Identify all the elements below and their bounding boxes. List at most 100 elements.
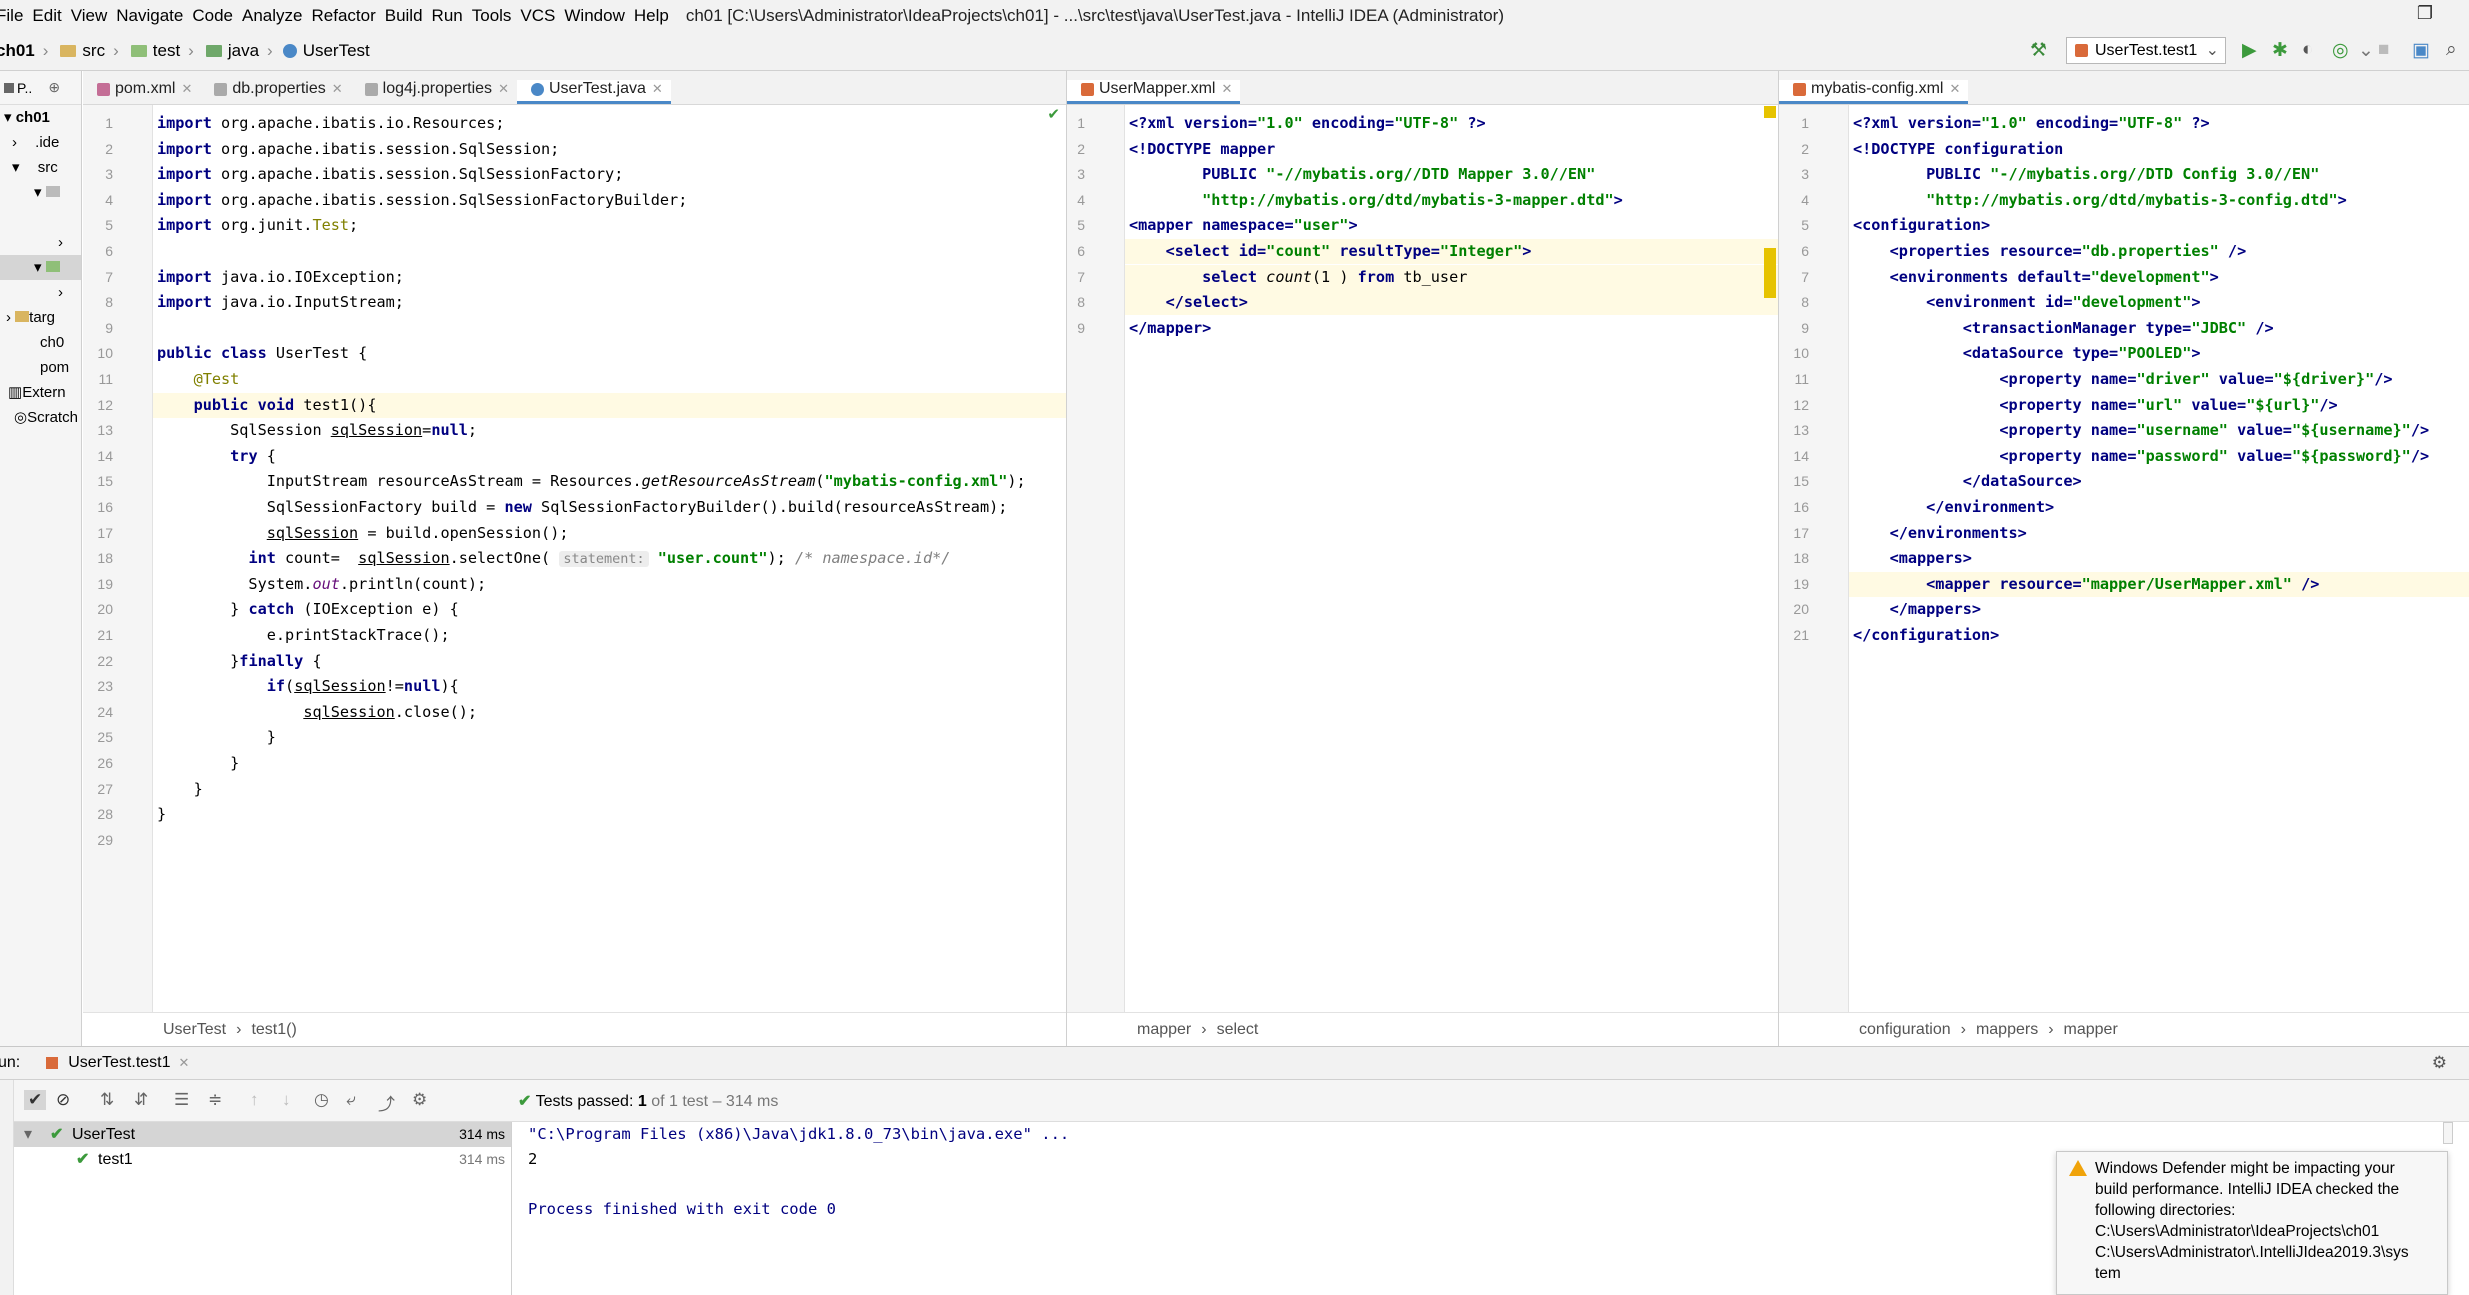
close-icon[interactable]: ✕ xyxy=(179,1055,190,1071)
run-configuration-select[interactable]: UserTest.test1 ⌄ xyxy=(2066,37,2226,64)
tree-item-collapsed[interactable]: › xyxy=(0,230,81,255)
build-hammer-icon[interactable]: ⚒ xyxy=(2030,39,2047,62)
code-line[interactable]: import org.apache.ibatis.session.SqlSess… xyxy=(153,188,1066,213)
code-line[interactable]: sqlSession.close(); xyxy=(153,700,1066,725)
code-line[interactable]: <mapper resource="mapper/UserMapper.xml"… xyxy=(1849,571,2469,597)
code-line[interactable]: <properties resource="db.properties" /> xyxy=(1849,239,2469,264)
code-line[interactable]: </environments> xyxy=(1849,521,2469,546)
code-line[interactable]: int count= sqlSession.selectOne( stateme… xyxy=(153,546,1066,571)
code-line[interactable]: <property name="password" value="${passw… xyxy=(1849,444,2469,469)
close-icon[interactable]: ✕ xyxy=(498,81,509,97)
code-line[interactable]: @Test xyxy=(153,367,1066,392)
tab-pom-xml[interactable]: pom.xml ✕ xyxy=(83,80,200,104)
sort-duration-icon[interactable]: ⇵ xyxy=(134,1090,148,1110)
breadcrumb-mappers[interactable]: mappers xyxy=(1976,1021,2038,1039)
restore-window-icon[interactable]: ❐ xyxy=(2417,3,2433,24)
next-failed-icon[interactable]: ↓ xyxy=(282,1090,291,1110)
close-icon[interactable]: ✕ xyxy=(652,81,663,97)
project-panel-header[interactable]: P.. ⊕ xyxy=(0,71,81,105)
import-tests-icon[interactable]: ⤶ xyxy=(346,1090,356,1110)
code-line[interactable]: </mappers> xyxy=(1849,597,2469,622)
code-line[interactable]: </configuration> xyxy=(1849,623,2469,648)
code-line[interactable]: <environment id="development"> xyxy=(1849,290,2469,315)
tab-usertest-java[interactable]: UserTest.java ✕ xyxy=(516,80,671,104)
tab-log4j-properties[interactable]: log4j.properties ✕ xyxy=(351,80,517,104)
code-line[interactable]: PUBLIC "-//mybatis.org//DTD Config 3.0//… xyxy=(1849,162,2469,187)
code-line[interactable]: } xyxy=(153,777,1066,802)
tree-item-test[interactable]: ▾ xyxy=(0,255,81,280)
code-line[interactable]: } xyxy=(153,725,1066,750)
code-line[interactable]: <transactionManager type="JDBC" /> xyxy=(1849,316,2469,341)
code-line[interactable]: try { xyxy=(153,444,1066,469)
code-line[interactable]: <mapper namespace="user"> xyxy=(1125,213,1778,238)
breadcrumb-class[interactable]: UserTest xyxy=(163,1021,226,1039)
code-line[interactable]: <?xml version="1.0" encoding="UTF-8" ?> xyxy=(1125,111,1778,136)
code-line[interactable]: import java.io.InputStream; xyxy=(153,290,1066,315)
coverage-icon[interactable]: ◐ xyxy=(2302,39,2313,61)
attach-icon[interactable]: ⌄ xyxy=(2358,39,2374,62)
project-structure-icon[interactable]: ▣ xyxy=(2412,39,2430,62)
windows-defender-notification[interactable]: Windows Defender might be impacting your… xyxy=(2056,1151,2448,1295)
code-line[interactable] xyxy=(153,316,1066,341)
code-area[interactable]: import org.apache.ibatis.io.Resources; im… xyxy=(153,105,1066,1012)
profile-icon[interactable]: ◎ xyxy=(2332,39,2349,62)
code-area[interactable]: <?xml version="1.0" encoding="UTF-8" ?> <… xyxy=(1125,105,1778,1012)
menu-run[interactable]: Run xyxy=(432,6,472,26)
crumb-java[interactable]: › java xyxy=(180,41,259,61)
code-line[interactable]: InputStream resourceAsStream = Resources… xyxy=(153,469,1066,494)
crumb-src[interactable]: › src xyxy=(35,41,105,61)
menu-file[interactable]: File xyxy=(0,6,32,26)
tree-item-main[interactable]: ▾ xyxy=(0,180,81,205)
menu-code[interactable]: Code xyxy=(192,6,242,26)
menu-view[interactable]: View xyxy=(71,6,117,26)
tree-item-ch01[interactable]: ▾ ch01 xyxy=(0,105,81,130)
code-line[interactable]: import org.junit.Test; xyxy=(153,213,1066,238)
collapse-all-icon[interactable]: ≑ xyxy=(208,1090,222,1110)
close-icon[interactable]: ✕ xyxy=(181,81,192,97)
breadcrumb-configuration[interactable]: configuration xyxy=(1859,1021,1951,1039)
breadcrumb-mapper[interactable]: mapper xyxy=(2064,1021,2118,1039)
close-icon[interactable]: ✕ xyxy=(1949,81,1960,97)
code-line[interactable]: <configuration> xyxy=(1849,213,2469,238)
code-line[interactable]: PUBLIC "-//mybatis.org//DTD Mapper 3.0//… xyxy=(1125,162,1778,187)
code-line[interactable]: } xyxy=(153,802,1066,827)
expand-all-icon[interactable]: ☰ xyxy=(174,1090,189,1110)
code-line[interactable]: <select id="count" resultType="Integer"> xyxy=(1125,239,1778,264)
breadcrumb-method[interactable]: test1() xyxy=(251,1021,296,1039)
code-line[interactable]: } catch (IOException e) { xyxy=(153,597,1066,622)
code-line[interactable]: SqlSessionFactory build = new SqlSession… xyxy=(153,495,1066,520)
tree-item-src[interactable]: ▾ src xyxy=(0,155,81,180)
code-line[interactable]: import org.apache.ibatis.session.SqlSess… xyxy=(153,137,1066,162)
tab-mybatis-config-xml[interactable]: mybatis-config.xml ✕ xyxy=(1779,80,1969,104)
export-icon[interactable]: ⤴ xyxy=(378,1090,395,1115)
code-line[interactable]: import org.apache.ibatis.io.Resources; xyxy=(153,111,1066,136)
code-line[interactable]: </environment> xyxy=(1849,495,2469,520)
tree-item-target[interactable]: › targ xyxy=(0,305,81,330)
code-line[interactable]: <?xml version="1.0" encoding="UTF-8" ?> xyxy=(1849,111,2469,136)
tree-item-idea[interactable]: › .ide xyxy=(0,130,81,155)
code-line[interactable]: } xyxy=(153,751,1066,776)
code-line[interactable]: select count(1 ) from tb_user xyxy=(1125,264,1778,290)
tree-item-scratch[interactable]: ◎Scratch xyxy=(0,405,81,430)
code-line[interactable]: public void test1(){ xyxy=(153,392,1066,418)
run-tab[interactable]: UserTest.test1 ✕ xyxy=(46,1054,189,1072)
settings-icon[interactable]: ⚙ xyxy=(412,1090,427,1110)
code-line[interactable]: e.printStackTrace(); xyxy=(153,623,1066,648)
crumb-project[interactable]: ch01 xyxy=(0,41,35,61)
tree-item-external[interactable]: ▥Extern xyxy=(0,380,81,405)
test-row-usertest[interactable]: ▾ ✔ UserTest 314 ms xyxy=(14,1122,511,1147)
debug-icon[interactable]: ✱ xyxy=(2272,39,2288,62)
close-icon[interactable]: ✕ xyxy=(1221,81,1232,97)
menu-build[interactable]: Build xyxy=(385,6,432,26)
gear-icon[interactable]: ⚙ xyxy=(2432,1053,2447,1073)
code-line[interactable]: <!DOCTYPE configuration xyxy=(1849,137,2469,162)
sort-alpha-icon[interactable]: ⇅ xyxy=(100,1090,114,1110)
code-line[interactable]: public class UserTest { xyxy=(153,341,1066,366)
code-line[interactable]: sqlSession = build.openSession(); xyxy=(153,521,1066,546)
code-line[interactable] xyxy=(153,239,1066,264)
tree-item-pom[interactable]: pom xyxy=(0,355,81,380)
code-line[interactable]: <property name="driver" value="${driver}… xyxy=(1849,367,2469,392)
menu-vcs[interactable]: VCS xyxy=(520,6,564,26)
close-icon[interactable]: ✕ xyxy=(332,81,343,97)
menu-edit[interactable]: Edit xyxy=(32,6,70,26)
